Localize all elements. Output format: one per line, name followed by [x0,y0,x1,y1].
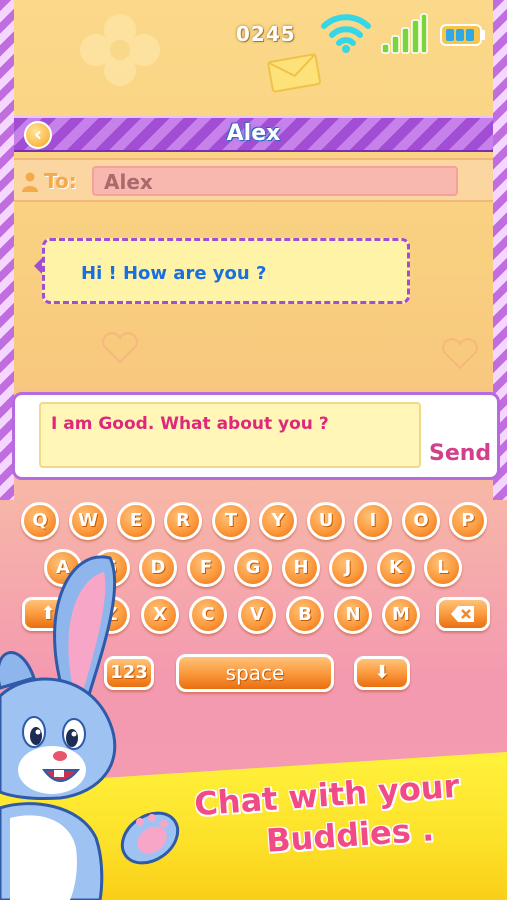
chat-header: ‹ Alex [14,116,493,152]
battery-icon [440,24,485,46]
key-n[interactable]: N [334,596,372,634]
chat-title: Alex [226,121,281,146]
key-h[interactable]: H [282,549,320,587]
key-o[interactable]: O [402,502,440,540]
message-bubble: Hi ! How are you ? [42,238,410,304]
message-input[interactable]: I am Good. What about you ? [39,402,421,468]
recipient-row: To: Alex [14,158,493,202]
key-y[interactable]: Y [259,502,297,540]
signal-icon [381,13,428,54]
to-label: To: [44,169,77,193]
key-e[interactable]: E [117,502,155,540]
key-u[interactable]: U [307,502,345,540]
key-i[interactable]: I [354,502,392,540]
hide-keyboard-key[interactable]: ⬇ [354,656,410,690]
backspace-icon [451,606,474,622]
person-icon [22,172,38,192]
heart-decor-icon [102,332,138,364]
key-g[interactable]: G [234,549,272,587]
heart-decor-icon [442,338,478,370]
key-k[interactable]: K [377,549,415,587]
hide-keyboard-icon: ⬇ [374,662,390,683]
key-v[interactable]: V [238,596,276,634]
key-j[interactable]: J [329,549,367,587]
key-w[interactable]: W [69,502,107,540]
key-r[interactable]: R [164,502,202,540]
bunny-mascot [0,555,180,900]
send-button[interactable]: Send [429,441,491,466]
message-text: Hi ! How are you ? [81,263,267,284]
recipient-field[interactable]: Alex [92,166,458,196]
key-p[interactable]: P [449,502,487,540]
backspace-key[interactable] [436,597,490,631]
message-input-text: I am Good. What about you ? [51,414,329,434]
key-q[interactable]: Q [21,502,59,540]
wifi-icon [321,14,371,53]
key-m[interactable]: M [382,596,420,634]
key-l[interactable]: L [424,549,462,587]
key-b[interactable]: B [286,596,324,634]
app-screen: 0245 ‹ Alex To: Alex Hi ! How are you ? … [0,0,507,900]
compose-box: I am Good. What about you ? Send [12,392,500,480]
flower-decor-icon [80,14,160,86]
key-t[interactable]: T [212,502,250,540]
envelope-icon [267,53,321,93]
status-time: 0245 [236,22,296,46]
